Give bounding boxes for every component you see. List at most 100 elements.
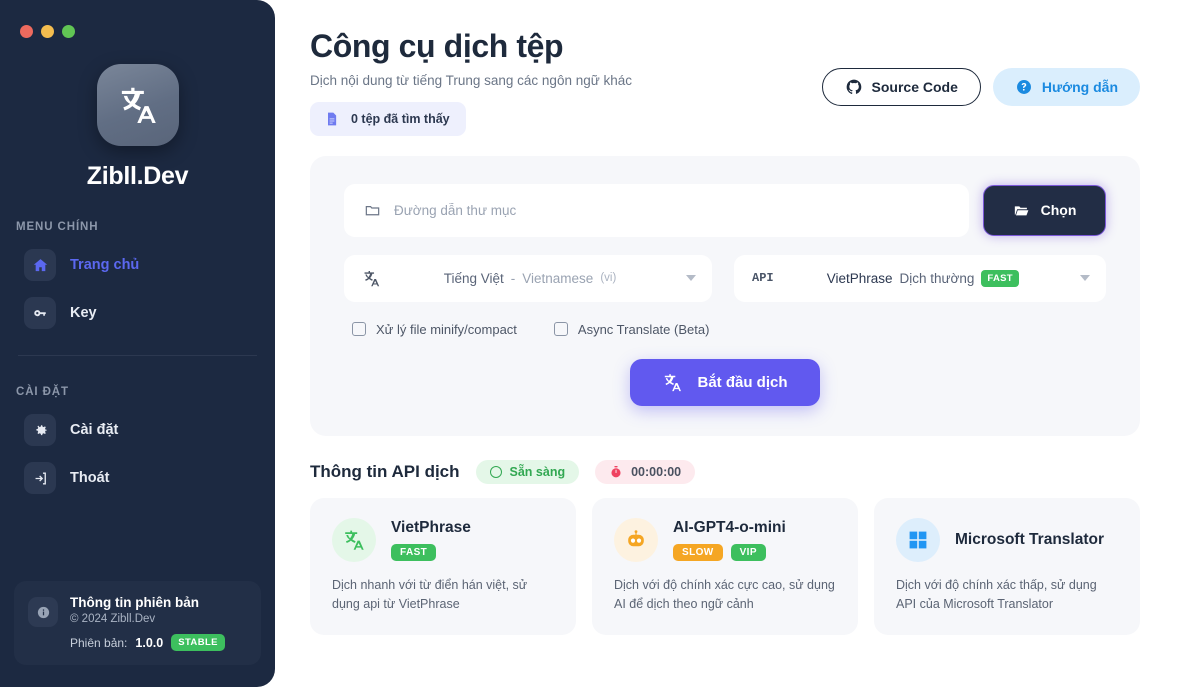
api-select-value: VietPhrase Dịch thường FAST xyxy=(774,269,1072,287)
api-speed-badge: FAST xyxy=(981,269,1019,287)
nav-section-title-settings: CÀI ĐẶT xyxy=(16,386,69,398)
github-icon xyxy=(846,79,861,94)
timer-badge-label: 00:00:00 xyxy=(631,464,682,479)
status-badge: STABLE xyxy=(171,634,225,651)
sidebar-item-cai-dat[interactable]: Cài đặt xyxy=(14,406,261,454)
folder-open-icon xyxy=(1014,206,1028,216)
start-translate-button[interactable]: Bắt đầu dịch xyxy=(630,358,820,406)
card-header: Microsoft Translator xyxy=(896,517,1118,562)
app-window: Zibll.Dev MENU CHÍNH Trang chủ Key CÀI Đ… xyxy=(0,0,1187,687)
version-label: Phiên bản: xyxy=(70,635,128,650)
question-circle-icon xyxy=(1016,80,1031,94)
guide-label: Hướng dẫn xyxy=(1041,79,1118,95)
api-primary: VietPhrase xyxy=(826,270,893,286)
language-secondary: Vietnamese xyxy=(522,270,594,286)
version-number-row: Phiên bản: 1.0.0 STABLE xyxy=(70,634,225,651)
source-code-label: Source Code xyxy=(871,79,958,95)
tag-slow: SLOW xyxy=(673,543,723,561)
api-select[interactable]: API VietPhrase Dịch thường FAST xyxy=(734,254,1106,302)
api-secondary: Dịch thường xyxy=(899,270,975,286)
windows-icon xyxy=(896,517,940,562)
sidebar-item-key[interactable]: Key xyxy=(14,289,261,337)
language-code: (vi) xyxy=(600,272,617,285)
api-card-microsoft-translator[interactable]: Microsoft Translator Dịch với độ chính x… xyxy=(874,497,1140,635)
api-card-title: Microsoft Translator xyxy=(955,530,1104,548)
card-header: VietPhrase FAST xyxy=(332,517,554,562)
api-card-ai-gpt4-o-mini[interactable]: AI-GPT4-o-mini SLOW VIP Dịch với độ chín… xyxy=(592,497,858,635)
api-card-description: Dịch với độ chính xác thấp, sử dụng API … xyxy=(896,577,1097,612)
robot-icon xyxy=(614,517,658,562)
api-card-description: Dịch với độ chính xác cực cao, sử dụng A… xyxy=(614,577,835,612)
sidebar-item-label: Thoát xyxy=(70,470,110,486)
main-content: Công cụ dịch tệp Dịch nội dung từ tiếng … xyxy=(275,0,1187,687)
minimize-button[interactable] xyxy=(41,25,54,38)
maximize-button[interactable] xyxy=(62,25,75,38)
window-controls xyxy=(20,25,75,38)
sidebar-item-label: Cài đặt xyxy=(70,422,119,438)
translate-icon xyxy=(121,87,156,123)
version-info-card: Thông tin phiên bản © 2024 Zibll.Dev Phi… xyxy=(14,581,261,665)
home-icon xyxy=(24,249,56,281)
card-header: AI-GPT4-o-mini SLOW VIP xyxy=(614,517,836,562)
choose-folder-button[interactable]: Chọn xyxy=(983,184,1106,236)
sidebar-item-label: Key xyxy=(70,305,97,321)
language-separator: - xyxy=(510,270,516,286)
async-translate-checkbox[interactable]: Async Translate (Beta) xyxy=(553,321,710,337)
source-code-button[interactable]: Source Code xyxy=(821,68,981,106)
status-badge-label: Sẵn sàng xyxy=(509,464,566,479)
timer-badge: 00:00:00 xyxy=(595,459,696,484)
info-icon xyxy=(28,597,58,627)
start-row: Bắt đầu dịch xyxy=(344,358,1106,406)
translate-icon xyxy=(665,374,682,391)
api-card-vietphrase[interactable]: VietPhrase FAST Dịch nhanh với từ điển h… xyxy=(310,497,576,635)
api-card-title: VietPhrase xyxy=(391,518,471,536)
tag-fast: FAST xyxy=(391,543,437,561)
checkbox-box[interactable] xyxy=(352,322,366,337)
language-select[interactable]: Tiếng Việt - Vietnamese (vi) xyxy=(344,254,712,302)
version-copyright: © 2024 Zibll.Dev xyxy=(70,613,156,625)
api-card-tags: FAST xyxy=(391,543,471,561)
file-count-text: 0 tệp đã tìm thấy xyxy=(351,111,450,126)
directory-path-field[interactable] xyxy=(344,183,969,237)
sidebar: Zibll.Dev MENU CHÍNH Trang chủ Key CÀI Đ… xyxy=(0,0,275,687)
translate-icon xyxy=(362,269,382,288)
brand-name: Zibll.Dev xyxy=(86,162,189,190)
version-text-block: Thông tin phiên bản © 2024 Zibll.Dev Phi… xyxy=(70,595,225,651)
checkbox-box[interactable] xyxy=(553,322,568,337)
brand: Zibll.Dev xyxy=(0,64,275,191)
directory-row: Chọn xyxy=(344,183,1106,237)
sidebar-item-label: Trang chủ xyxy=(70,257,140,273)
card-title-block: VietPhrase FAST xyxy=(391,519,471,561)
status-badge: Sẵn sàng xyxy=(475,459,580,484)
api-card-tags: SLOW VIP xyxy=(673,543,786,561)
sidebar-divider xyxy=(18,355,257,356)
api-cards: VietPhrase FAST Dịch nhanh với từ điển h… xyxy=(310,497,1140,635)
directory-path-input[interactable] xyxy=(394,202,949,218)
nav-section-title-main: MENU CHÍNH xyxy=(16,221,99,233)
tag-vip: VIP xyxy=(730,543,766,561)
key-icon xyxy=(24,297,56,329)
page-title: Công cụ dịch tệp xyxy=(310,28,564,64)
stopwatch-icon xyxy=(611,465,621,478)
minify-checkbox[interactable]: Xử lý file minify/compact xyxy=(352,322,517,337)
version-number: 1.0.0 xyxy=(135,635,164,650)
app-logo xyxy=(96,64,179,146)
translate-icon xyxy=(332,517,376,562)
gear-icon xyxy=(24,414,56,446)
header-actions: Source Code Hướng dẫn xyxy=(821,68,1140,106)
circle-icon xyxy=(489,465,502,478)
folder-icon xyxy=(365,205,380,216)
async-translate-label: Async Translate (Beta) xyxy=(577,321,710,337)
api-card-title: AI-GPT4-o-mini xyxy=(673,518,786,536)
translation-panel: Chọn Tiếng Việt - Vietnamese xyxy=(310,155,1140,436)
sidebar-item-thoat[interactable]: Thoát xyxy=(14,454,261,502)
sidebar-item-trang-chu[interactable]: Trang chủ xyxy=(14,241,261,289)
chevron-down-icon[interactable] xyxy=(1080,275,1090,282)
document-icon xyxy=(328,112,337,126)
choose-folder-label: Chọn xyxy=(1040,202,1077,219)
guide-button[interactable]: Hướng dẫn xyxy=(992,68,1140,106)
api-info-header: Thông tin API dịch Sẵn sàng 00:00:00 xyxy=(310,459,1140,484)
chevron-down-icon[interactable] xyxy=(686,275,696,282)
close-button[interactable] xyxy=(20,25,33,38)
api-select-label: API xyxy=(752,271,774,286)
